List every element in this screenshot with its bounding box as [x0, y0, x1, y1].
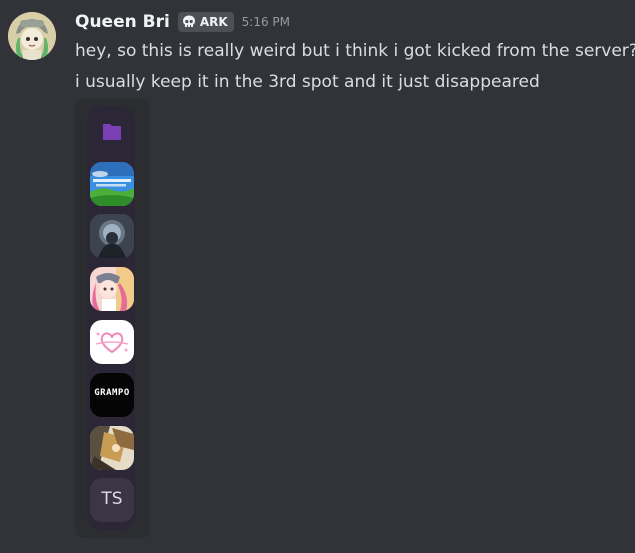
- folder-icon: [103, 124, 121, 140]
- username[interactable]: Queen Bri: [75, 12, 170, 32]
- guild-tag-label: ARK: [199, 15, 228, 29]
- guild-tag[interactable]: ARK: [177, 12, 234, 32]
- timestamp[interactable]: 5:16 PM: [242, 15, 290, 29]
- server-icon: [90, 320, 134, 364]
- message-text: hey, so this is really weird but i think…: [75, 41, 635, 61]
- server-icon: [90, 214, 134, 258]
- server-icon-grampo: GRAMPO: [90, 373, 134, 417]
- message-text: i usually keep it in the 3rd spot and it…: [75, 72, 540, 92]
- server-icon-ts: TS: [90, 478, 134, 522]
- server-label: TS: [101, 489, 123, 509]
- message-header: Queen Bri ARK 5:16 PM: [75, 10, 290, 34]
- user-avatar[interactable]: [8, 12, 56, 60]
- skull-icon: [182, 15, 195, 27]
- server-icon: [90, 267, 134, 311]
- server-folder: [90, 110, 134, 154]
- server-label: GRAMPO: [94, 388, 130, 398]
- server-icon: [90, 162, 134, 206]
- chat-message: Queen Bri ARK 5:16 PM hey, so this is re…: [0, 0, 635, 553]
- server-icon: [90, 426, 134, 470]
